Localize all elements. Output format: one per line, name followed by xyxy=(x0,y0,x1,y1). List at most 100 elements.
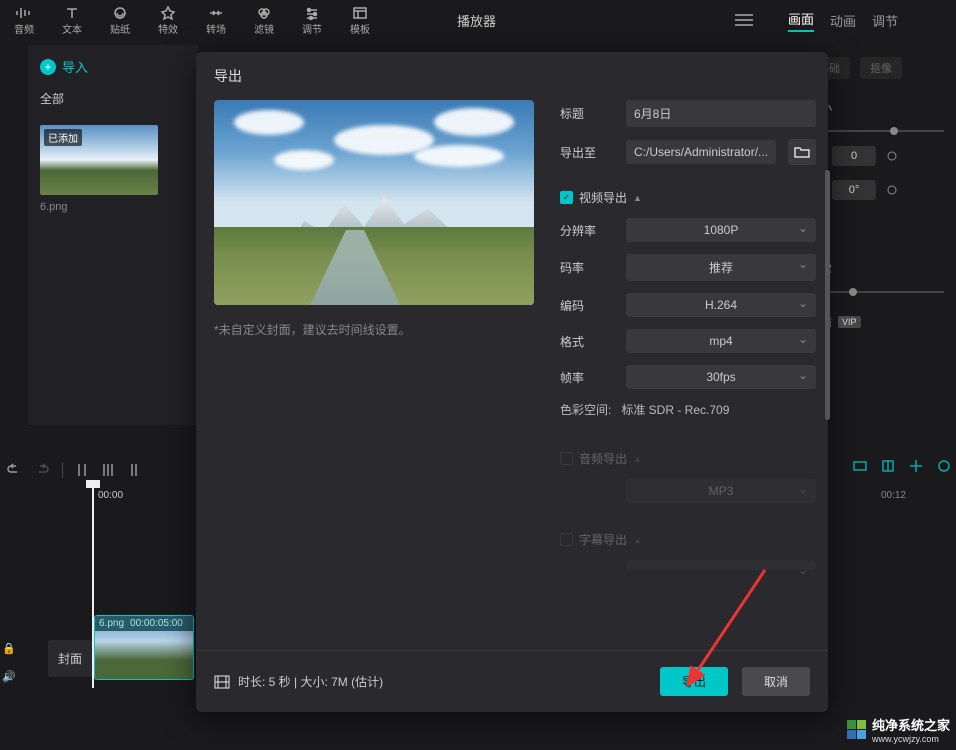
size-slider[interactable] xyxy=(808,130,944,132)
playhead-handle[interactable] xyxy=(86,480,100,488)
player-header: 播放器 xyxy=(445,0,765,40)
tab-anim[interactable]: 动画 xyxy=(830,11,856,30)
tool1-icon[interactable] xyxy=(852,458,868,474)
tab-transition[interactable]: 转场 xyxy=(192,0,240,40)
chevron-up-icon: ▲ xyxy=(633,193,642,203)
folder-icon xyxy=(794,145,810,159)
player-label: 播放器 xyxy=(457,11,496,30)
time-current: 00:00 xyxy=(98,490,123,501)
lock-icon[interactable]: 🔒 xyxy=(2,642,16,656)
dialog-title: 导出 xyxy=(196,52,828,100)
video-export-checkbox[interactable]: ✓ 视频导出 ▲ xyxy=(560,189,816,206)
cancel-button[interactable]: 取消 xyxy=(742,667,810,696)
redo-icon[interactable] xyxy=(34,462,50,478)
title-input[interactable]: 6月8日 xyxy=(626,100,816,127)
check-icon: ✓ xyxy=(560,191,573,204)
tool4-icon[interactable] xyxy=(936,458,952,474)
player-menu-icon[interactable] xyxy=(735,14,753,26)
tab-adj[interactable]: 调节 xyxy=(872,11,898,30)
thumb-filename: 6.png xyxy=(40,201,158,213)
subtitle-export-checkbox[interactable]: 字幕导出 ▲ xyxy=(560,531,816,548)
x-input[interactable]: 0 xyxy=(832,146,876,166)
vip-badge: VIP xyxy=(838,316,861,328)
tab-effect[interactable]: 特效 xyxy=(144,0,192,40)
audio-icon xyxy=(16,6,32,20)
reset-icon[interactable] xyxy=(886,150,898,162)
chevron-up-icon: ▲ xyxy=(633,535,642,545)
preview-caption: *未自定义封面，建议去时间线设置。 xyxy=(214,321,534,338)
split-icon[interactable] xyxy=(75,462,89,478)
tab-template[interactable]: 模板 xyxy=(336,0,384,40)
size-label: 大小 xyxy=(808,99,944,116)
undo-icon[interactable] xyxy=(6,462,22,478)
check-icon-off xyxy=(560,533,573,546)
colorspace-value: 标准 SDR - Rec.709 xyxy=(621,401,729,418)
watermark-text: 纯净系统之家 xyxy=(872,715,950,734)
media-thumb[interactable]: 已添加 6.png xyxy=(40,125,158,213)
clip-duration: 00:00:05:00 xyxy=(130,618,183,629)
import-button[interactable]: + 导入 xyxy=(28,45,198,88)
colorspace-label: 色彩空间: xyxy=(560,401,611,418)
export-button[interactable]: 导出 xyxy=(660,667,728,696)
export-preview xyxy=(214,100,534,305)
path-label: 导出至 xyxy=(560,144,614,161)
scrollbar[interactable] xyxy=(825,170,830,420)
template-icon xyxy=(352,6,368,20)
watermark-icon xyxy=(847,720,866,739)
pill-bg[interactable]: 抠像 xyxy=(860,57,902,79)
format-select[interactable]: mp4 xyxy=(626,329,816,353)
enc-label: 编码 xyxy=(560,297,614,314)
track-icons: 🔒 🔊 xyxy=(2,642,16,684)
tab-audio[interactable]: 音频 xyxy=(0,0,48,40)
watermark: 纯净系统之家 www.ycwjzy.com xyxy=(847,715,950,744)
res-label: 分辨率 xyxy=(560,222,614,239)
check-icon-off xyxy=(560,452,573,465)
split2-icon[interactable] xyxy=(101,462,115,478)
tab-filter[interactable]: 滤镜 xyxy=(240,0,288,40)
cover-button[interactable]: 封面 xyxy=(48,640,92,677)
tool3-icon[interactable] xyxy=(908,458,924,474)
encoding-select[interactable]: H.264 xyxy=(626,293,816,317)
browse-button[interactable] xyxy=(788,139,816,165)
transition-icon xyxy=(208,6,224,20)
rate-label: 码率 xyxy=(560,259,614,276)
bitrate-select[interactable]: 推荐 xyxy=(626,254,816,281)
inspector-tabs: 画面 动画 调节 xyxy=(776,0,956,40)
time-mark: 00:12 xyxy=(881,490,906,501)
audio-format-select: MP3 xyxy=(626,479,816,503)
plus-icon: + xyxy=(40,59,56,75)
fps-label: 帧率 xyxy=(560,369,614,386)
media-tab-all[interactable]: 全部 xyxy=(28,88,198,117)
thumb-badge: 已添加 xyxy=(44,129,82,146)
fmt-label: 格式 xyxy=(560,333,614,350)
media-panel: + 导入 全部 已添加 6.png xyxy=(28,45,198,425)
tab-adjust[interactable]: 调节 xyxy=(288,0,336,40)
tool2-icon[interactable] xyxy=(880,458,896,474)
footer-info-text: 时长: 5 秒 | 大小: 7M (估计) xyxy=(238,673,383,690)
tab-picture[interactable]: 画面 xyxy=(788,9,814,32)
adjust-icon xyxy=(304,6,320,20)
fps-select[interactable]: 30fps xyxy=(626,365,816,389)
effect-icon xyxy=(160,6,176,20)
tab-sticker[interactable]: 贴纸 xyxy=(96,0,144,40)
audio-export-checkbox[interactable]: 音频导出 ▲ xyxy=(560,450,816,467)
filter-icon xyxy=(256,6,272,20)
import-label: 导入 xyxy=(62,57,88,76)
tab-text[interactable]: 文本 xyxy=(48,0,96,40)
deg-input[interactable]: 0° xyxy=(832,180,876,200)
timeline-clip[interactable]: 6.png 00:00:05:00 xyxy=(94,615,194,680)
reset-icon[interactable] xyxy=(886,184,898,196)
resolution-select[interactable]: 1080P xyxy=(626,218,816,242)
thumb-image: 已添加 xyxy=(40,125,158,195)
sticker-icon xyxy=(112,6,128,20)
export-dialog: 导出 *未自定义封面，建议去时间线设置。 标题 6月8日 导出至 xyxy=(196,52,828,712)
watermark-url: www.ycwjzy.com xyxy=(872,734,950,744)
chevron-up-icon: ▲ xyxy=(633,454,642,464)
path-input[interactable]: C:/Users/Administrator/... xyxy=(626,140,776,164)
clip-name: 6.png xyxy=(99,618,124,629)
subtitle-select xyxy=(626,560,816,570)
speaker-icon[interactable]: 🔊 xyxy=(2,670,16,684)
split3-icon[interactable] xyxy=(127,462,141,478)
title-label: 标题 xyxy=(560,105,614,122)
timeline-right-tools xyxy=(852,458,952,474)
